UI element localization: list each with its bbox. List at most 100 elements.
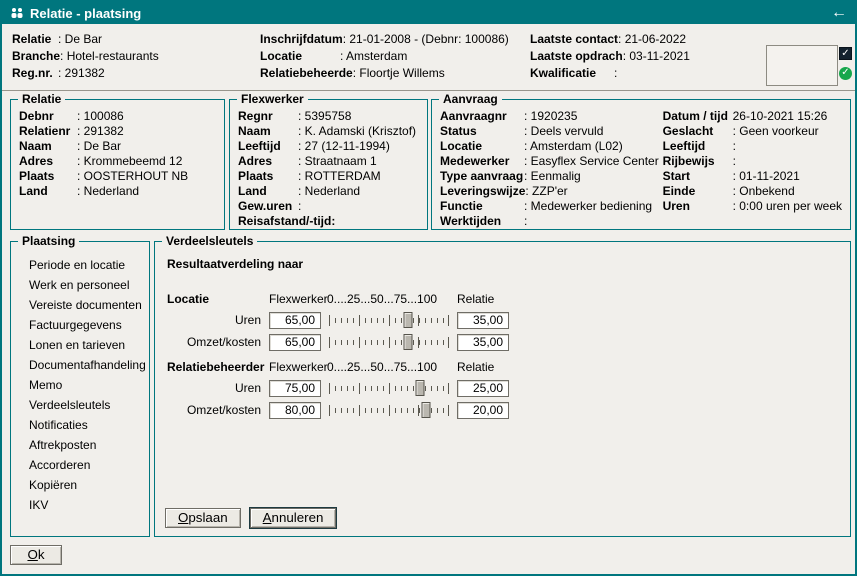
slider-thumb[interactable] xyxy=(416,380,425,396)
flexwerker-value-input[interactable]: 80,00 xyxy=(269,402,321,419)
sidebar-item-verdeelsleutels[interactable]: Verdeelsleutels xyxy=(19,395,141,415)
photo-placeholder xyxy=(766,45,838,86)
field-row: Uren: 0:00 uren per week xyxy=(663,199,842,214)
field-label: Naam xyxy=(19,139,77,154)
verdeel-slider[interactable] xyxy=(327,311,451,329)
field-row: Medewerker: Easyflex Service Center xyxy=(440,154,663,169)
field-value: : Nederland xyxy=(77,184,139,199)
field-value: : 5395758 xyxy=(298,109,351,124)
field-value: : De Bar xyxy=(77,139,121,154)
relatie-plaatsing-window: Relatie - plaatsing ← Relatie: De Bar Br… xyxy=(0,0,857,576)
field-label: Adres xyxy=(238,154,298,169)
flexwerker-value-input[interactable]: 65,00 xyxy=(269,312,321,329)
field-row: Type aanvraag: Eenmalig xyxy=(440,169,663,184)
annuleren-button[interactable]: Annuleren xyxy=(250,508,337,528)
field-label: Geslacht xyxy=(663,124,733,139)
field-row: Plaats: ROTTERDAM xyxy=(238,169,419,184)
field-label: Rijbewijs xyxy=(663,154,733,169)
field-value: : Amsterdam (L02) xyxy=(524,139,623,154)
section-header: Relatiebeheerder Flexwerker 0....25...50… xyxy=(167,357,840,377)
checked-checkbox-icon[interactable]: ✓ xyxy=(839,47,852,60)
field-label: Debnr xyxy=(19,109,77,124)
field-value: : Geen voorkeur xyxy=(733,124,819,139)
sidebar-item-factuurgegevens[interactable]: Factuurgegevens xyxy=(19,315,141,335)
field-value: : Hotel-restaurants xyxy=(60,48,159,65)
relatie-value-input[interactable]: 35,00 xyxy=(457,334,509,351)
flexwerker-value-input[interactable]: 75,00 xyxy=(269,380,321,397)
field-label: Datum / tijd xyxy=(663,109,733,124)
field-row: Adres: Straatnaam 1 xyxy=(238,154,419,169)
section-name: Relatiebeheerder xyxy=(167,360,263,374)
sidebar-item-accorderen[interactable]: Accorderen xyxy=(19,455,141,475)
field-label: Einde xyxy=(663,184,733,199)
field-value: : Straatnaam 1 xyxy=(298,154,377,169)
section-name: Locatie xyxy=(167,292,263,306)
field-row: Werktijden: xyxy=(440,214,663,229)
relatie-value-input[interactable]: 35,00 xyxy=(457,312,509,329)
field-row: Rijbewijs: xyxy=(663,154,842,169)
field-row: Naam: De Bar xyxy=(19,139,216,154)
field-row: Gew.uren: xyxy=(238,199,419,214)
sidebar-item-notificaties[interactable]: Notificaties xyxy=(19,415,141,435)
field-label: Plaats xyxy=(19,169,77,184)
field-row: Land: Nederland xyxy=(19,184,216,199)
slider-row: Omzet/kosten 65,00 35,00 xyxy=(167,331,840,353)
verdeel-slider[interactable] xyxy=(327,379,451,397)
field-row: Leeftijd: 27 (12-11-1994) xyxy=(238,139,419,154)
panel-heading: Resultaatverdeling naar xyxy=(167,257,840,271)
sidebar-item-periode-en-locatie[interactable]: Periode en locatie xyxy=(19,255,141,275)
field-row: Land: Nederland xyxy=(238,184,419,199)
slider-thumb[interactable] xyxy=(403,334,412,350)
field-value: : Nederland xyxy=(298,184,360,199)
group-title: Aanvraag xyxy=(439,92,502,106)
relatie-value-input[interactable]: 20,00 xyxy=(457,402,509,419)
relatie-icon xyxy=(10,7,24,19)
field-value: : Amsterdam xyxy=(340,48,407,65)
green-check-icon: ✓ xyxy=(839,67,852,80)
panel-buttons: Opslaan Annuleren xyxy=(165,508,840,530)
field-label: Laatste opdrach xyxy=(530,48,623,65)
field-label: Inschrijfdatum xyxy=(260,31,343,48)
field-row: Plaats: OOSTERHOUT NB xyxy=(19,169,216,184)
field-value: : 27 (12-11-1994) xyxy=(298,139,390,154)
flexwerker-value-input[interactable]: 65,00 xyxy=(269,334,321,351)
field-value: : De Bar xyxy=(58,31,102,48)
field-row: Datum / tijd26-10-2021 15:26 xyxy=(663,109,842,124)
back-arrow-icon[interactable]: ← xyxy=(831,3,847,23)
slider-row-label: Omzet/kosten xyxy=(167,335,263,349)
group-title: Verdeelsleutels xyxy=(162,234,257,248)
field-label: Type aanvraag xyxy=(440,169,524,184)
field-value: : Deels vervuld xyxy=(524,124,603,139)
sidebar-item-ikv[interactable]: IKV xyxy=(19,495,141,515)
opslaan-button[interactable]: Opslaan xyxy=(165,508,241,528)
sidebar-item-memo[interactable]: Memo xyxy=(19,375,141,395)
relatie-value-input[interactable]: 25,00 xyxy=(457,380,509,397)
sidebar-item-werk-en-personeel[interactable]: Werk en personeel xyxy=(19,275,141,295)
field-label: Land xyxy=(238,184,298,199)
slider-thumb[interactable] xyxy=(403,312,412,328)
field-row: Functie: Medewerker bediening xyxy=(440,199,663,214)
slider-row: Uren 75,00 25,00 xyxy=(167,377,840,399)
field-value: : Krommebeemd 12 xyxy=(77,154,182,169)
field-row: Branche: Hotel-restaurants xyxy=(12,48,159,65)
sidebar-item-kopieren[interactable]: Kopiëren xyxy=(19,475,141,495)
sidebar-item-documentafhandeling[interactable]: Documentafhandeling xyxy=(19,355,141,375)
field-label: Functie xyxy=(440,199,524,214)
sidebar-item-aftrekposten[interactable]: Aftrekposten xyxy=(19,435,141,455)
field-label: Branche xyxy=(12,48,60,65)
slider-thumb[interactable] xyxy=(422,402,431,418)
sidebar-item-vereiste-documenten[interactable]: Vereiste documenten xyxy=(19,295,141,315)
field-row: Status: Deels vervuld xyxy=(440,124,663,139)
ok-button[interactable]: Ok xyxy=(10,545,62,565)
field-row: Debnr: 100086 xyxy=(19,109,216,124)
verdeel-slider[interactable] xyxy=(327,401,451,419)
field-label: Medewerker xyxy=(440,154,524,169)
field-row: Locatie: Amsterdam xyxy=(260,48,509,65)
header-summary: Relatie: De Bar Branche: Hotel-restauran… xyxy=(2,24,855,91)
sidebar-item-lonen-en-tarieven[interactable]: Lonen en tarieven xyxy=(19,335,141,355)
slider-row: Omzet/kosten 80,00 20,00 xyxy=(167,399,840,421)
field-value: : 01-11-2021 xyxy=(733,169,800,184)
field-value: : xyxy=(298,199,301,214)
verdeel-slider[interactable] xyxy=(327,333,451,351)
slider-row-label: Uren xyxy=(167,313,263,327)
